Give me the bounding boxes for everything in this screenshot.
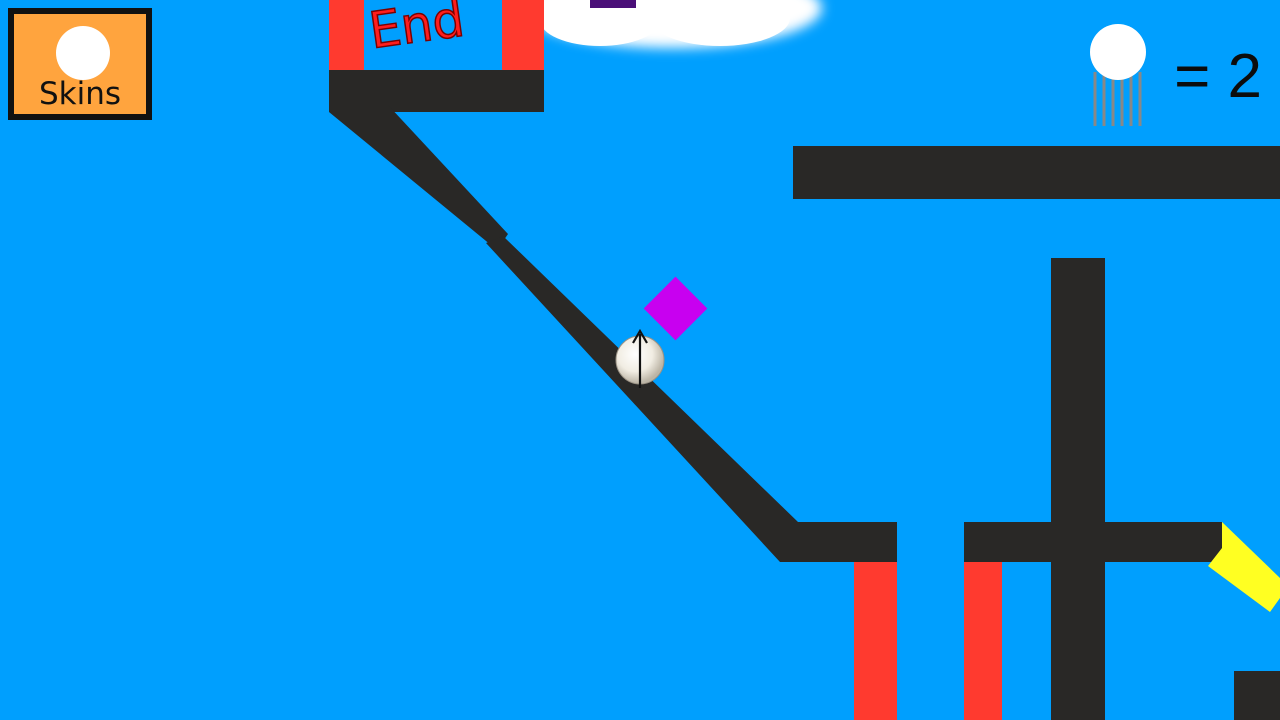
game-viewport[interactable]: End Skins = 2: [0, 0, 1280, 720]
ramp-main: [486, 236, 897, 562]
ramp-upper: [329, 105, 508, 250]
skins-button[interactable]: Skins: [8, 8, 152, 120]
corner-block: [1234, 671, 1280, 720]
vertical-pillar: [1051, 258, 1105, 720]
upper-ledge: [793, 146, 1280, 199]
skins-label: Skins: [38, 76, 122, 112]
ball-icon: [56, 26, 110, 80]
lives-ball-icon: [1090, 24, 1146, 126]
goal-diamond: [643, 276, 708, 341]
cloud: [522, 0, 822, 48]
level-canvas: End: [329, 0, 1280, 720]
lives-counter: = 2: [1174, 42, 1262, 111]
end-post-left: [329, 0, 364, 75]
end-post-right: [502, 0, 544, 75]
right-platform: [964, 522, 1222, 562]
lava-pillar-2: [964, 562, 1002, 720]
purple-block: [590, 0, 636, 8]
end-label: End: [366, 0, 468, 60]
lava-pillar-1: [854, 562, 897, 720]
